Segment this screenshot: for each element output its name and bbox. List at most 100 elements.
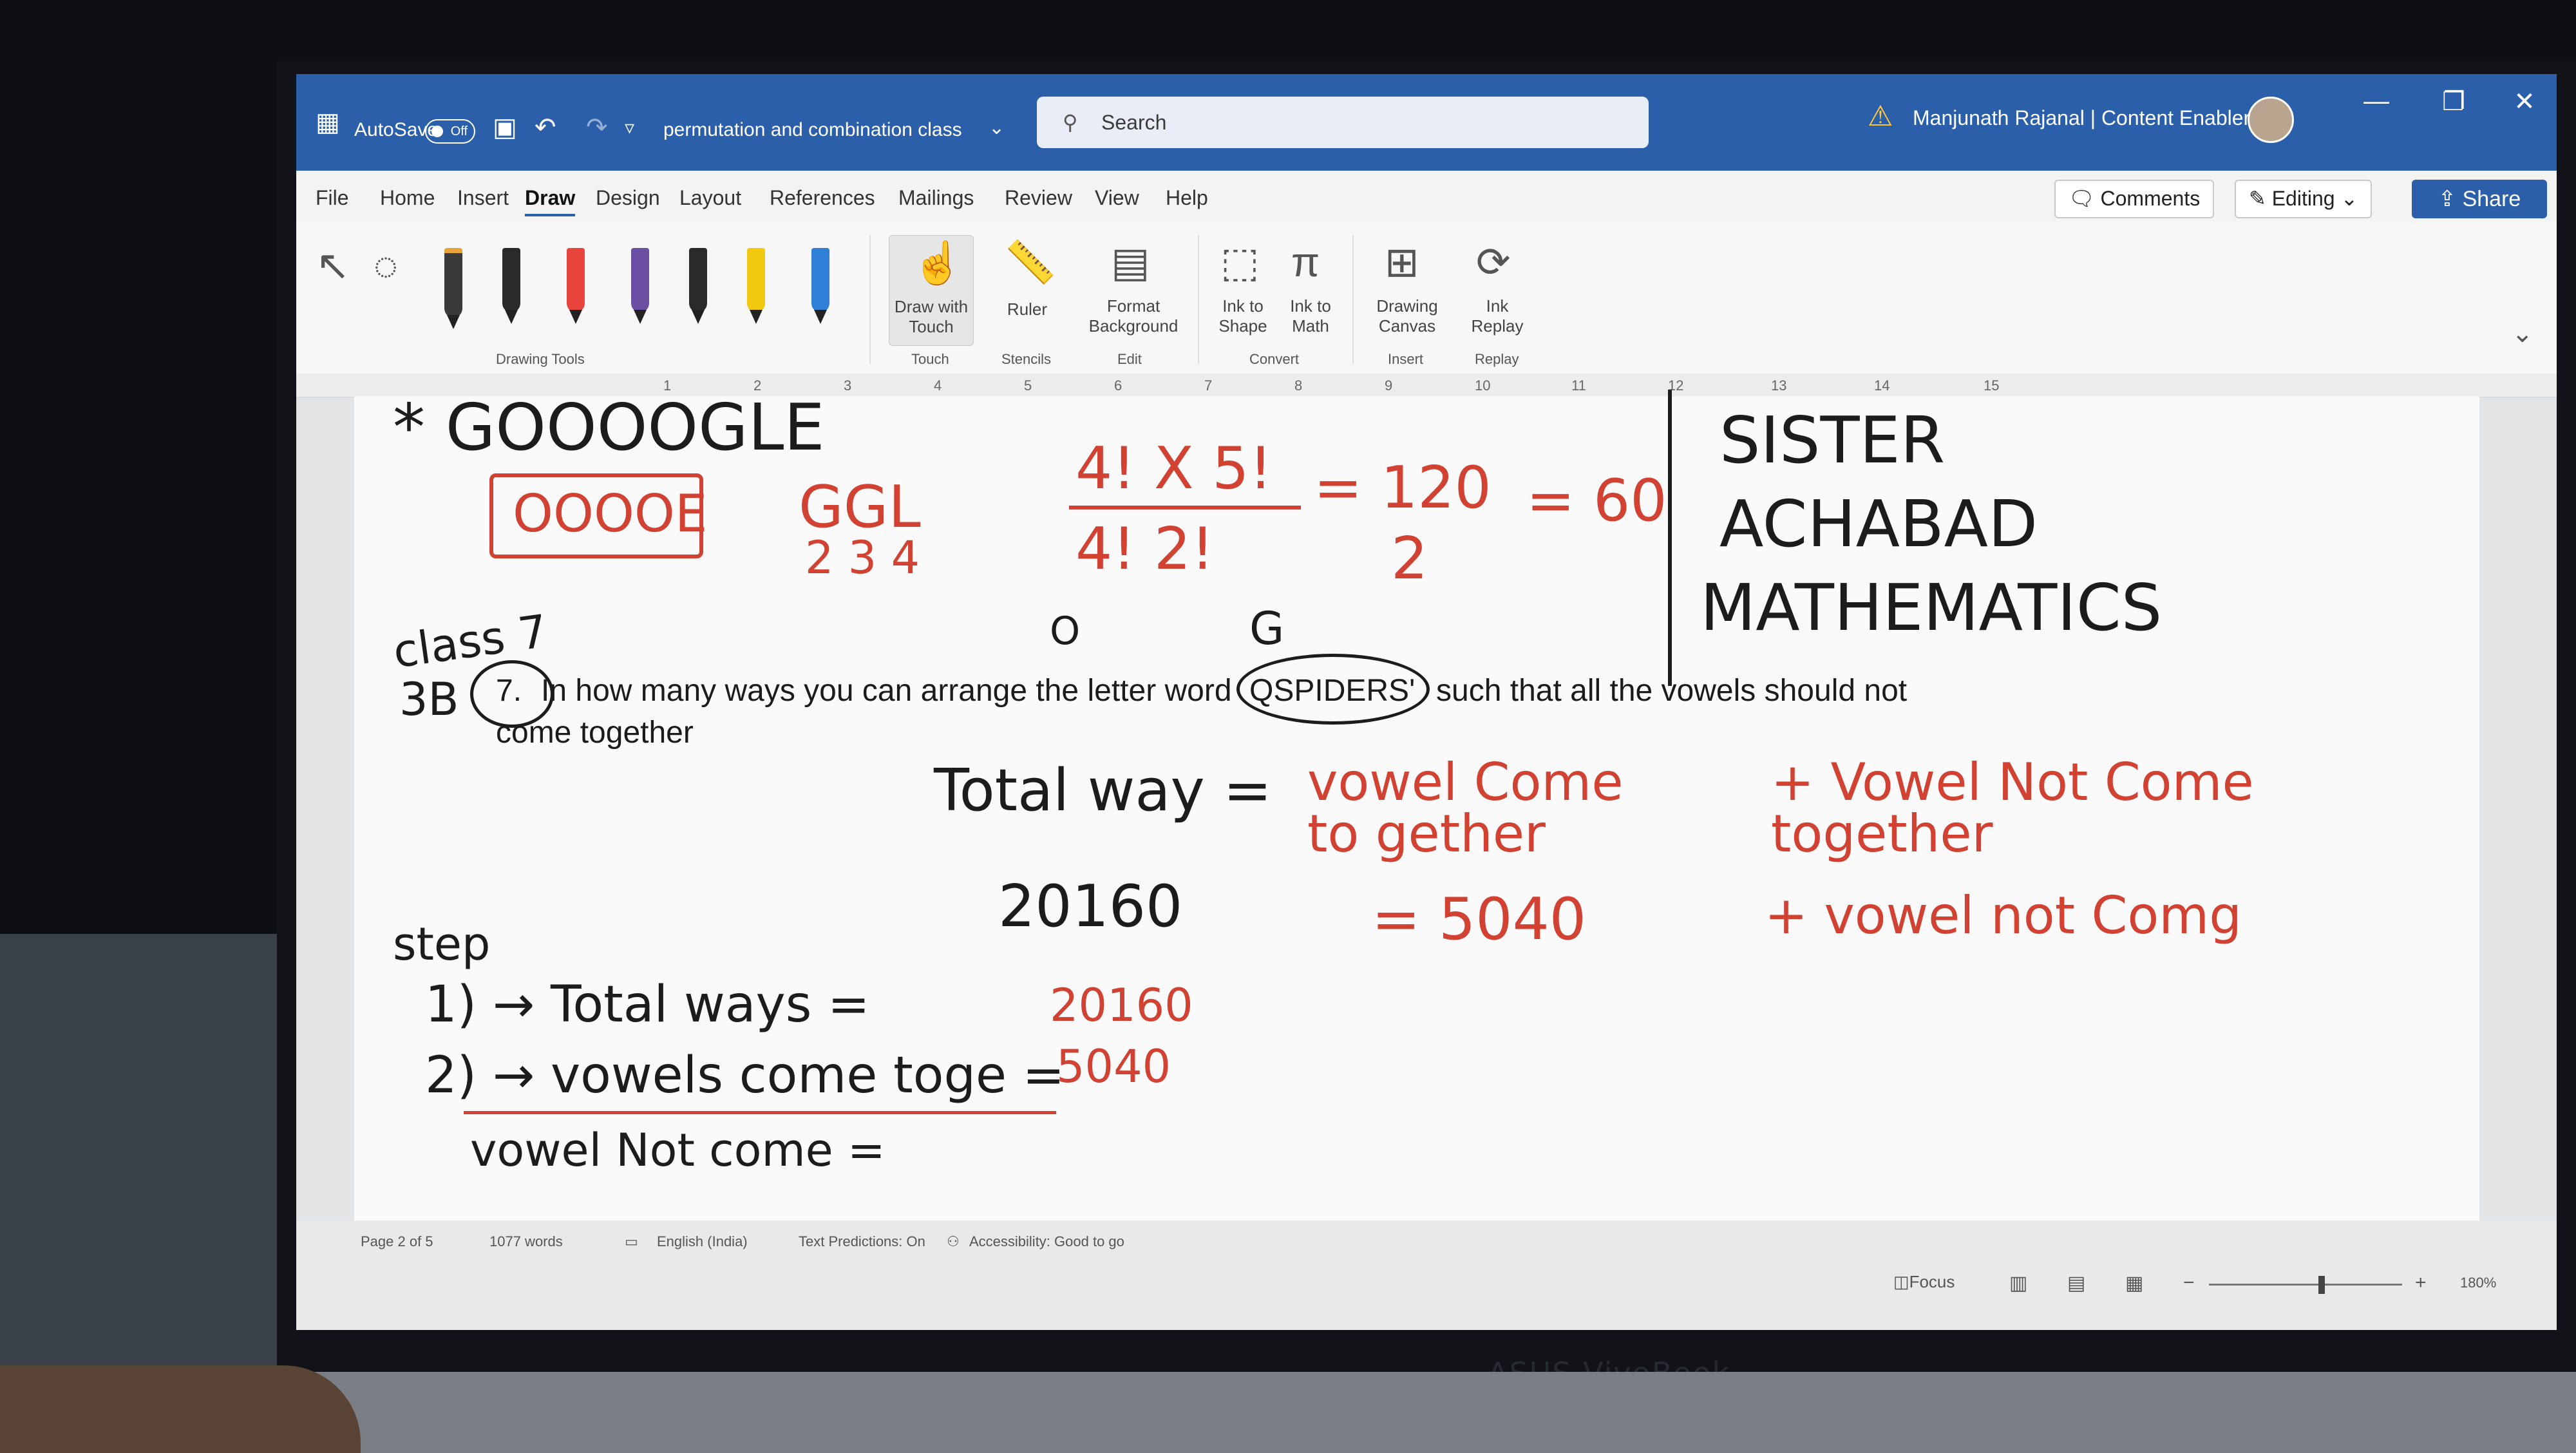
tab-home[interactable]: Home	[380, 186, 435, 210]
ruler-tick: 4	[934, 377, 942, 394]
select-cursor-icon[interactable]: ↖	[316, 242, 350, 290]
accessibility-status[interactable]: Accessibility: Good to go	[969, 1233, 1124, 1250]
format-background-button[interactable]: ▤ Format Background	[1082, 235, 1185, 345]
search-box[interactable]: ⚲ Search	[1037, 97, 1649, 148]
ink-fraction-numerator: 4! X 5!	[1075, 435, 1273, 502]
ink-ooooe-text: OOOOE	[513, 484, 708, 544]
zoom-out-icon[interactable]: −	[2183, 1272, 2195, 1294]
highlighter-yellow[interactable]	[747, 248, 765, 324]
ink-achabad: ACHABAD	[1719, 486, 2038, 562]
comment-icon: 🗨	[2069, 187, 2101, 210]
tab-view[interactable]: View	[1095, 186, 1139, 210]
pen-black-pattern[interactable]	[689, 248, 707, 324]
ink-step1-value: 20160	[1050, 979, 1193, 1032]
autosave-toggle[interactable]: Off	[425, 119, 475, 144]
document-page[interactable]: * GOOOOGLE OOOOE GGL 2 3 4 4! X 5! 4! 2!…	[354, 390, 2479, 1220]
ink-step2: 2) → vowels come toge =	[425, 1047, 1065, 1105]
pen-purple[interactable]	[631, 248, 649, 324]
tab-draw[interactable]: Draw	[525, 186, 576, 216]
tab-review[interactable]: Review	[1005, 186, 1072, 210]
drawing-canvas-button[interactable]: ⊞ Drawing Canvas	[1365, 235, 1449, 345]
menu-bar: File Home Insert Draw Design Layout Refe…	[296, 171, 2557, 223]
tab-references[interactable]: References	[770, 186, 875, 210]
redo-icon[interactable]: ↷	[586, 113, 608, 142]
focus-mode-button[interactable]: ◫ Focus	[1893, 1272, 1955, 1292]
zoom-in-icon[interactable]: +	[2415, 1272, 2427, 1294]
ink-234-text: 2 3 4	[805, 531, 920, 584]
ruler-tick: 6	[1114, 377, 1122, 394]
question-word: QSPIDERS'	[1249, 674, 1416, 708]
ink-3b-label: 3B	[399, 673, 459, 726]
ink-step1: 1) → Total ways =	[425, 976, 870, 1034]
pencil-icon: ✎	[2249, 187, 2272, 210]
accessibility-icon[interactable]: ⚇	[947, 1233, 960, 1250]
convert-group-label: Convert	[1249, 351, 1300, 367]
pen-black-selected[interactable]	[502, 248, 520, 324]
ink-sister: SISTER	[1719, 403, 1946, 478]
document-title[interactable]: permutation and combination class	[663, 119, 962, 141]
undo-icon[interactable]: ↶	[535, 113, 556, 142]
zoom-slider-thumb[interactable]	[2318, 1276, 2325, 1294]
ink-to-math-icon: π	[1291, 239, 1320, 285]
ink-to-math-button[interactable]: π Ink to Math	[1278, 235, 1343, 345]
ink-step-label: step	[393, 918, 491, 971]
customize-toolbar-icon[interactable]: ▿	[625, 117, 634, 139]
zoom-level[interactable]: 180%	[2460, 1275, 2496, 1291]
ruler-tick: 15	[1984, 377, 2000, 394]
share-button[interactable]: ⇪ Share	[2412, 180, 2547, 218]
ruler-button[interactable]: 📏 Ruler	[992, 235, 1063, 345]
tab-insert[interactable]: Insert	[457, 186, 509, 210]
ink-step3: vowel Not come =	[470, 1124, 886, 1177]
ink-step-underline	[464, 1111, 1056, 1114]
ink-fraction-denominator: 4! 2!	[1075, 515, 1215, 583]
tab-mailings[interactable]: Mailings	[898, 186, 974, 210]
avatar[interactable]	[2248, 97, 2294, 143]
proofing-icon[interactable]: ▭	[625, 1233, 638, 1250]
title-chevron-down-icon[interactable]: ⌄	[989, 117, 1005, 139]
page-count[interactable]: Page 2 of 5	[361, 1233, 433, 1250]
user-name[interactable]: Manjunath Rajanal | Content Enablers	[1913, 106, 2260, 130]
print-layout-icon[interactable]: ▤	[2067, 1272, 2085, 1295]
ink-divider-line	[1668, 390, 1672, 686]
web-layout-icon[interactable]: ▦	[2125, 1272, 2143, 1295]
comments-button[interactable]: 🗨 Comments	[2054, 180, 2215, 218]
tab-design[interactable]: Design	[596, 186, 660, 210]
ruler-icon: 📏	[1005, 239, 1056, 285]
ink-vowel-come-together: vowel Come to gether	[1307, 752, 1624, 864]
ink-ooooe-box: OOOOE	[489, 473, 707, 558]
zoom-slider[interactable]	[2209, 1276, 2402, 1294]
chevron-down-icon: ⌄	[2334, 187, 2358, 210]
ink-replay-button[interactable]: ⟳ Ink Replay	[1462, 235, 1533, 345]
ink-fraction-bar	[1069, 506, 1301, 509]
ink-to-shape-button[interactable]: ⬚ Ink to Shape	[1211, 235, 1275, 345]
word-count[interactable]: 1077 words	[489, 1233, 563, 1250]
ink-o-label: O	[1050, 609, 1081, 654]
restore-icon[interactable]: ❐	[2428, 87, 2479, 117]
ink-to-shape-icon: ⬚	[1220, 239, 1260, 285]
tab-help[interactable]: Help	[1166, 186, 1208, 210]
lasso-select-icon[interactable]: ◌	[374, 242, 398, 289]
editing-mode-button[interactable]: ✎ Editing ⌄	[2235, 180, 2372, 218]
format-background-icon: ▤	[1111, 239, 1150, 285]
search-icon: ⚲	[1063, 111, 1078, 134]
close-icon[interactable]: ✕	[2499, 87, 2550, 117]
stencils-group-label: Stencils	[1001, 351, 1052, 367]
minimize-icon[interactable]: —	[2351, 87, 2402, 116]
tab-file[interactable]: File	[316, 186, 349, 210]
ink-google-text: * GOOOOGLE	[393, 390, 825, 465]
ribbon-collapse-chevron-icon[interactable]: ⌄	[2512, 319, 2533, 348]
insert-group-label: Insert	[1388, 351, 1424, 367]
read-mode-icon[interactable]: ▥	[2009, 1272, 2027, 1295]
draw-with-touch-button[interactable]: ☝ Draw with Touch	[889, 235, 974, 346]
ribbon-separator	[1198, 235, 1199, 364]
language[interactable]: English (India)	[657, 1233, 748, 1250]
touch-hand-icon: ☝	[912, 240, 963, 286]
tab-layout[interactable]: Layout	[679, 186, 741, 210]
text-predictions[interactable]: Text Predictions: On	[799, 1233, 925, 1250]
ink-plus-vowel-not-come: + vowel not Comg	[1765, 886, 2242, 945]
save-icon[interactable]: ▣	[493, 113, 517, 142]
pen-red[interactable]	[567, 248, 585, 324]
ink-step2-value: 5040	[1056, 1040, 1171, 1093]
pen-blue-glitter[interactable]	[811, 248, 829, 324]
eraser-tool[interactable]	[444, 248, 462, 329]
